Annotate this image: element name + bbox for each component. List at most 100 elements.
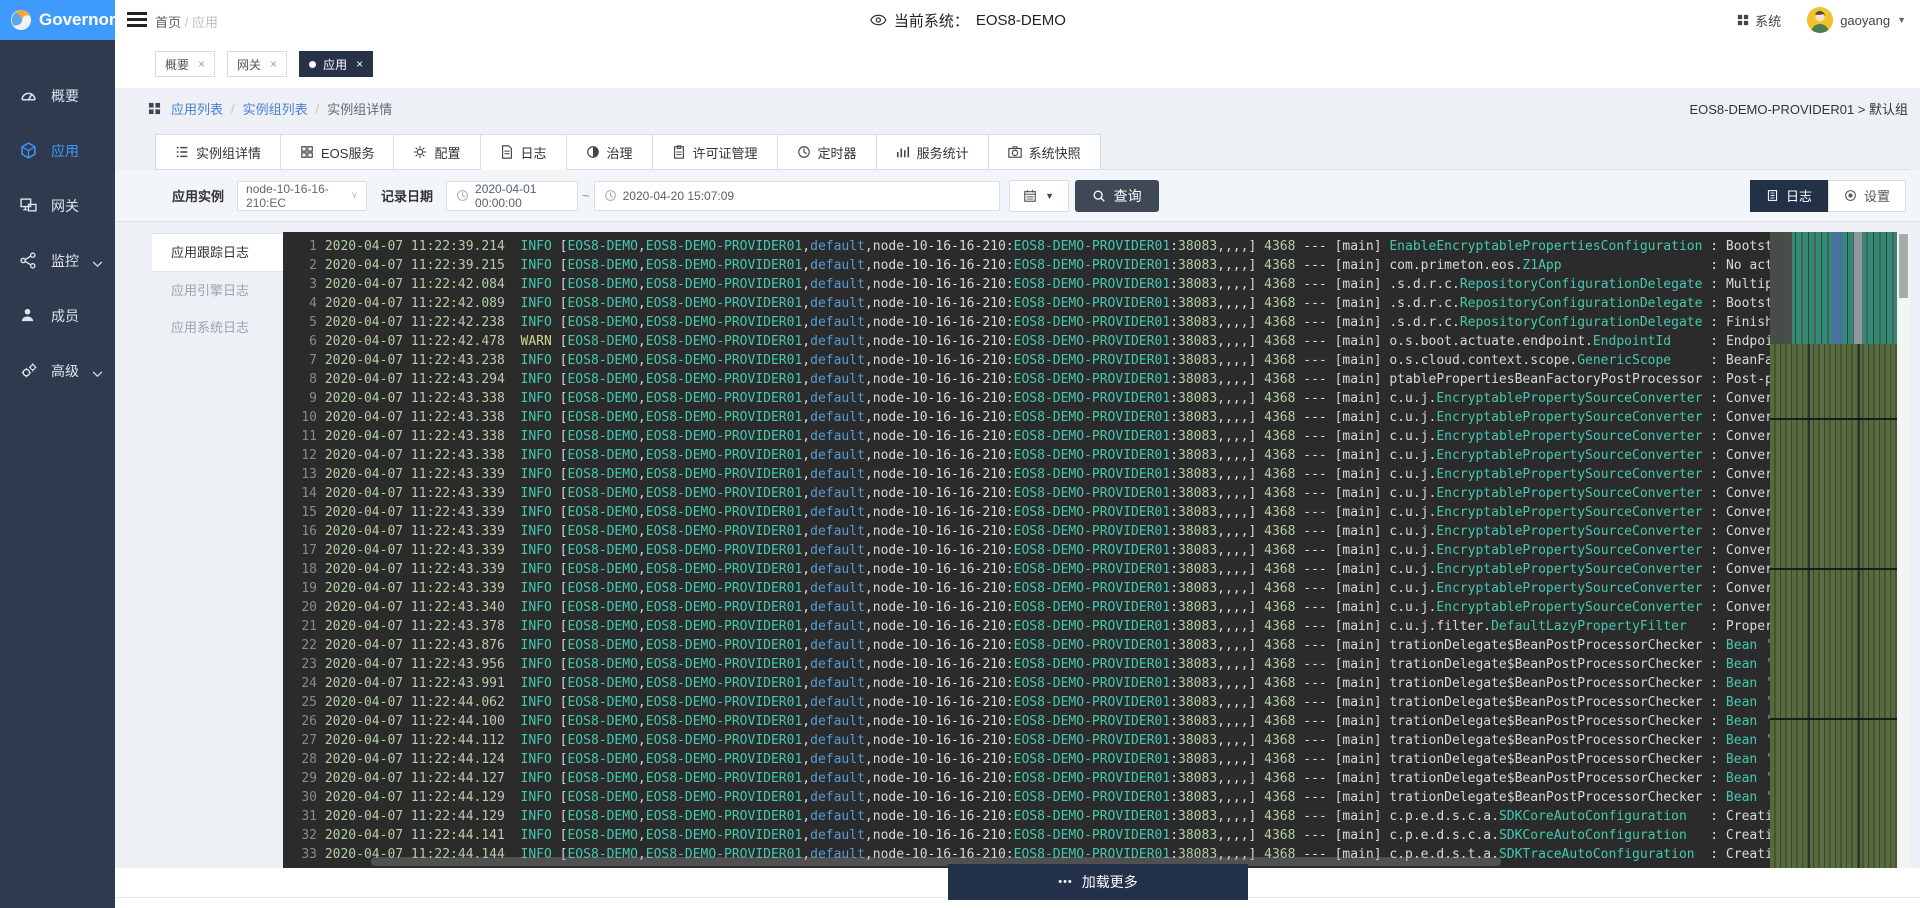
half-icon bbox=[586, 145, 600, 159]
log-token: EOS8-DEMO-PROVIDER01 bbox=[646, 562, 803, 577]
window-tab[interactable]: 应用× bbox=[299, 51, 373, 77]
logger-package: .s.d.r.c. bbox=[1389, 277, 1459, 292]
log-token: EOS8-DEMO-PROVIDER01 bbox=[646, 372, 803, 387]
close-icon[interactable]: × bbox=[198, 57, 205, 71]
log-token: 4368 bbox=[1264, 543, 1295, 558]
close-icon[interactable]: × bbox=[356, 57, 363, 71]
log-view-button[interactable]: 日志 bbox=[1750, 180, 1828, 212]
line-number: 1 bbox=[283, 237, 317, 256]
window-tab[interactable]: 网关× bbox=[227, 51, 287, 77]
log-token: EOS8-DEMO-PROVIDER01 bbox=[1014, 334, 1171, 349]
log-token: ,node-10-16-16-210: bbox=[865, 581, 1014, 596]
date-from-input[interactable]: 2020-04-01 00:00:00 bbox=[446, 181, 578, 211]
log-token: , bbox=[638, 410, 646, 425]
log-token: ,,,,] bbox=[1217, 809, 1264, 824]
log-token: default bbox=[810, 296, 865, 311]
log-level: INFO bbox=[521, 448, 552, 463]
log-token: 4368 bbox=[1264, 828, 1295, 843]
sidebar-item-share[interactable]: 监控 bbox=[0, 233, 115, 288]
log-token: 4368 bbox=[1264, 752, 1295, 767]
log-token: : bbox=[1170, 562, 1178, 577]
list-icon bbox=[175, 145, 189, 159]
log-token: EOS8-DEMO-PROVIDER01 bbox=[646, 809, 803, 824]
hamburger-menu-icon[interactable] bbox=[127, 12, 147, 28]
toolbar-tab[interactable]: 服务统计 bbox=[876, 134, 989, 170]
log-token: 4368 bbox=[1264, 581, 1295, 596]
toolbar-tab[interactable]: 定时器 bbox=[777, 134, 877, 170]
log-level: INFO bbox=[521, 695, 552, 710]
log-token: --- [main] bbox=[1295, 771, 1389, 786]
sidebar-item-gauge[interactable]: 概要 bbox=[0, 68, 115, 123]
log-token: [ bbox=[552, 828, 568, 843]
line-number: 20 bbox=[283, 598, 317, 617]
logger-class: EncryptablePropertySourceConverter bbox=[1436, 505, 1702, 520]
vertical-scrollbar-thumb[interactable] bbox=[1899, 234, 1908, 298]
horizontal-scrollbar[interactable] bbox=[371, 857, 1501, 866]
toolbar-tab[interactable]: 治理 bbox=[566, 134, 653, 170]
line-number: 5 bbox=[283, 313, 317, 332]
toolbar-tab[interactable]: 配置 bbox=[393, 134, 480, 170]
log-token: EOS8-DEMO-PROVIDER01 bbox=[646, 600, 803, 615]
log-token: --- [main] bbox=[1295, 752, 1389, 767]
log-token: EOS8-DEMO-PROVIDER01 bbox=[646, 258, 803, 273]
log-token: EOS8-DEMO bbox=[567, 733, 637, 748]
log-token: 38083 bbox=[1178, 543, 1217, 558]
date-to-input[interactable]: 2020-04-20 15:07:09 bbox=[594, 181, 1000, 211]
settings-button[interactable]: 设置 bbox=[1828, 180, 1906, 212]
log-token: ,node-10-16-16-210: bbox=[865, 524, 1014, 539]
log-viewer[interactable]: 1 2020-04-07 11:22:39.214 INFO [EOS8-DEM… bbox=[283, 232, 1910, 868]
search-icon bbox=[1092, 189, 1106, 203]
log-type-item[interactable]: 应用引擎日志 bbox=[152, 272, 283, 309]
log-level: INFO bbox=[521, 467, 552, 482]
log-token: EOS8-DEMO bbox=[567, 467, 637, 482]
instance-select[interactable]: node-10-16-16-210:EC ∨ bbox=[237, 181, 367, 211]
log-token: --- [main] bbox=[1295, 353, 1389, 368]
load-more-button[interactable]: ••• 加载更多 bbox=[948, 864, 1248, 900]
sidebar-item-gears[interactable]: 高级 bbox=[0, 343, 115, 398]
search-button[interactable]: 查询 bbox=[1075, 180, 1159, 212]
avatar bbox=[1807, 7, 1833, 33]
system-menu[interactable]: 系统 bbox=[1737, 11, 1781, 30]
log-token: , bbox=[638, 790, 646, 805]
log-token: 38083 bbox=[1178, 258, 1217, 273]
log-token: , bbox=[638, 638, 646, 653]
sidebar-item-user[interactable]: 成员 bbox=[0, 288, 115, 343]
timestamp: 2020-04-07 11:22:43.339 bbox=[317, 543, 521, 558]
log-type-item[interactable]: 应用跟踪日志 bbox=[152, 234, 283, 272]
breadcrumb-item[interactable]: 实例组列表 bbox=[243, 99, 308, 118]
log-token: EOS8-DEMO-PROVIDER01 bbox=[1014, 676, 1171, 691]
user-menu[interactable]: gaoyang ▼ bbox=[1807, 7, 1906, 33]
log-level: INFO bbox=[521, 638, 552, 653]
breadcrumb-item[interactable]: 应用列表 bbox=[171, 99, 223, 118]
toolbar-tab[interactable]: 系统快照 bbox=[988, 134, 1101, 170]
timestamp: 2020-04-07 11:22:43.238 bbox=[317, 353, 521, 368]
log-token: EOS8-DEMO bbox=[567, 562, 637, 577]
logger-class: RepositoryConfigurationDelegate bbox=[1460, 277, 1703, 292]
toolbar-tab[interactable]: 实例组详情 bbox=[155, 134, 281, 170]
breadcrumb-separator: / bbox=[185, 15, 189, 30]
log-token: default bbox=[810, 638, 865, 653]
log-token: ,,,,] bbox=[1217, 562, 1264, 577]
log-token: [ bbox=[552, 581, 568, 596]
log-token: [ bbox=[552, 467, 568, 482]
close-icon[interactable]: × bbox=[270, 57, 277, 71]
sidebar-item-gateway[interactable]: 网关 bbox=[0, 178, 115, 233]
log-token: EOS8-DEMO-PROVIDER01 bbox=[1014, 467, 1171, 482]
breadcrumb-home[interactable]: 首页 bbox=[155, 15, 181, 30]
grid-icon bbox=[300, 145, 314, 159]
document-icon bbox=[1766, 189, 1779, 202]
toolbar-tab[interactable]: 许可证管理 bbox=[652, 134, 778, 170]
calendar-picker-button[interactable]: ▼ bbox=[1009, 180, 1069, 212]
log-token: EOS8-DEMO bbox=[567, 695, 637, 710]
toolbar-tab[interactable]: EOS服务 bbox=[280, 134, 394, 170]
window-tab[interactable]: 概要× bbox=[155, 51, 215, 77]
sidebar-item-label: 高级 bbox=[51, 361, 79, 381]
log-type-item[interactable]: 应用系统日志 bbox=[152, 309, 283, 346]
minimap[interactable] bbox=[1770, 232, 1897, 868]
log-token: : bbox=[1170, 277, 1178, 292]
log-token: --- [main] bbox=[1295, 600, 1389, 615]
log-token: EOS8-DEMO bbox=[567, 524, 637, 539]
sidebar-item-cube[interactable]: 应用 bbox=[0, 123, 115, 178]
vertical-scrollbar[interactable] bbox=[1897, 232, 1910, 868]
toolbar-tab[interactable]: 日志 bbox=[480, 134, 567, 170]
